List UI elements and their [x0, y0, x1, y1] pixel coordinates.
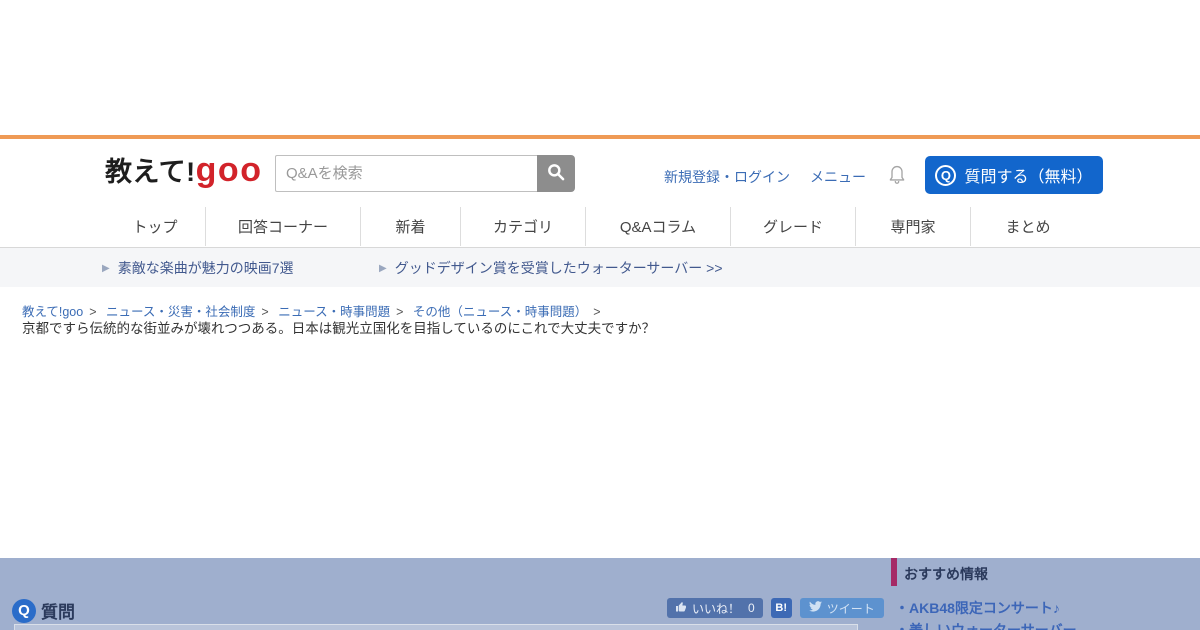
question-heading-label: 質問	[41, 603, 75, 622]
ask-question-button[interactable]: Q 質問する（無料）	[925, 156, 1103, 194]
notification-bell-icon[interactable]	[887, 163, 907, 191]
menu-link[interactable]: メニュー	[810, 167, 866, 187]
promo-link-label: 素敵な楽曲が魅力の映画7選	[117, 260, 294, 276]
like-count: 0	[748, 601, 755, 615]
twitter-bird-icon	[808, 601, 822, 615]
search-input[interactable]	[275, 155, 537, 192]
site-logo[interactable]: 教えて!goo	[105, 150, 262, 190]
question-section: Q 質問 いいね！ 0 B! ツイート おすすめ情報 ・AKB48限定コンサート…	[0, 558, 1200, 630]
thumbs-up-icon	[675, 601, 687, 616]
nav-item-matome[interactable]: まとめ	[970, 207, 1085, 246]
like-label: いいね！	[692, 601, 741, 616]
search-button[interactable]	[537, 155, 575, 192]
question-content-box	[14, 624, 858, 630]
nav-item-grade[interactable]: グレード	[730, 207, 855, 246]
promo-link-label: グッドデザイン賞を受賞したウォーターサーバー >>	[394, 260, 723, 276]
promo-bar: ▶ 素敵な楽曲が魅力の映画7選 ▶ グッドデザイン賞を受賞したウォーターサーバー…	[0, 247, 1200, 287]
page: 教えて!goo 新規登録・ログイン メニュー Q 質問	[0, 0, 1200, 630]
nav-item-top[interactable]: トップ	[105, 207, 205, 246]
q-circle-icon: Q	[935, 164, 957, 186]
nav-item-qa-column[interactable]: Q&Aコラム	[585, 207, 730, 246]
promo-link-movie[interactable]: ▶ 素敵な楽曲が魅力の映画7選	[102, 248, 294, 288]
sidebar-heading: おすすめ情報	[904, 566, 988, 582]
hatena-label: B!	[775, 602, 787, 614]
nav-item-expert[interactable]: 専門家	[855, 207, 970, 246]
q-badge-icon: Q	[12, 598, 36, 623]
tweet-label: ツイート	[826, 601, 875, 616]
hatena-bookmark-button[interactable]: B!	[770, 598, 792, 618]
nav-item-answer-corner[interactable]: 回答コーナー	[205, 207, 360, 246]
tweet-button[interactable]: ツイート	[799, 598, 884, 618]
logo-text-oshiete: 教えて!	[105, 157, 196, 187]
signup-login-link[interactable]: 新規登録・ログイン	[664, 167, 790, 187]
question-title: 京都ですら伝統的な街並みが壊れつつある。日本は観光立国化を目指しているのにこれで…	[22, 321, 656, 336]
sidebar-link-akb48[interactable]: ・AKB48限定コンサート♪	[895, 598, 1060, 618]
nav-item-new[interactable]: 新着	[360, 207, 460, 246]
right-triangle-icon: ▶	[102, 262, 110, 274]
main-nav: トップ 回答コーナー 新着 カテゴリ Q&Aコラム グレード 専門家 まとめ	[105, 207, 1085, 246]
nav-item-category[interactable]: カテゴリ	[460, 207, 585, 246]
sidebar-accent-bar	[891, 558, 897, 586]
facebook-like-button[interactable]: いいね！ 0	[667, 598, 763, 618]
orange-divider	[0, 135, 1200, 139]
search-icon	[546, 162, 566, 185]
promo-link-water-server[interactable]: ▶ グッドデザイン賞を受賞したウォーターサーバー >>	[379, 248, 723, 288]
right-triangle-icon: ▶	[379, 262, 387, 274]
question-heading: Q 質問	[12, 598, 75, 623]
logo-text-goo: goo	[195, 151, 263, 189]
social-buttons: いいね！ 0 B! ツイート	[667, 598, 884, 618]
recommend-sidebar: おすすめ情報 ・AKB48限定コンサート♪ ・美しいウォーターサーバー	[891, 558, 1191, 630]
search-box	[275, 155, 575, 192]
sidebar-link-water-server[interactable]: ・美しいウォーターサーバー	[895, 620, 1077, 630]
ask-button-label: 質問する（無料）	[964, 169, 1093, 186]
